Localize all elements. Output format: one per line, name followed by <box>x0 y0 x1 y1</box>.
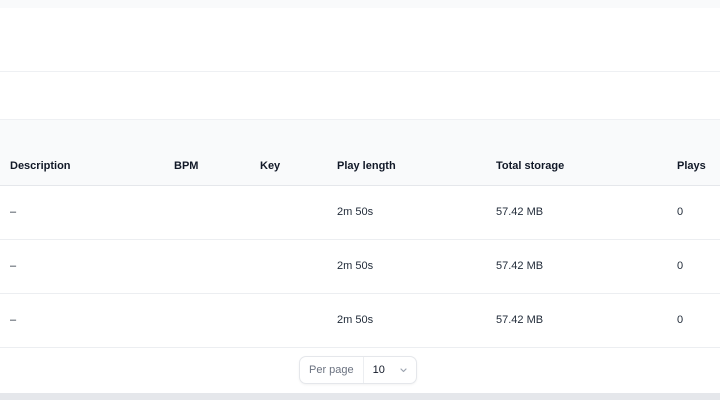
column-header-total-storage[interactable]: Total storage <box>496 160 564 172</box>
cell-description: – <box>10 206 17 218</box>
cell-total-storage: 57.42 MB <box>496 260 544 272</box>
per-page-control: Per page 10 <box>299 356 417 384</box>
top-strip <box>0 0 720 8</box>
cell-total-storage: 57.42 MB <box>496 206 544 218</box>
per-page-label: Per page <box>300 357 364 383</box>
page: Description BPM Key Play length Total st… <box>0 0 720 400</box>
cell-plays: 0 <box>677 314 684 326</box>
cell-description: – <box>10 314 17 326</box>
per-page-select[interactable]: 10 <box>364 357 416 383</box>
cell-plays: 0 <box>677 206 684 218</box>
chevron-down-icon <box>399 366 407 374</box>
tracks-table: Description BPM Key Play length Total st… <box>0 120 720 348</box>
bottom-bar <box>0 393 720 400</box>
empty-row <box>0 72 720 120</box>
table-header: Description BPM Key Play length Total st… <box>0 120 720 186</box>
column-header-play-length[interactable]: Play length <box>337 160 396 172</box>
column-header-bpm[interactable]: BPM <box>174 160 198 172</box>
column-header-description[interactable]: Description <box>10 160 71 172</box>
cell-play-length: 2m 50s <box>337 206 374 218</box>
cell-plays: 0 <box>677 260 684 272</box>
cell-play-length: 2m 50s <box>337 314 374 326</box>
table-row[interactable]: – 2m 50s 57.42 MB 0 <box>0 186 720 240</box>
cell-description: – <box>10 260 17 272</box>
empty-row <box>0 8 720 72</box>
column-header-key[interactable]: Key <box>260 160 280 172</box>
per-page-value: 10 <box>372 364 385 376</box>
cell-total-storage: 57.42 MB <box>496 314 544 326</box>
pagination-bar: Per page 10 <box>0 348 720 393</box>
table-row[interactable]: – 2m 50s 57.42 MB 0 <box>0 240 720 294</box>
column-header-plays[interactable]: Plays <box>677 160 706 172</box>
cell-play-length: 2m 50s <box>337 260 374 272</box>
table-row[interactable]: – 2m 50s 57.42 MB 0 <box>0 294 720 348</box>
